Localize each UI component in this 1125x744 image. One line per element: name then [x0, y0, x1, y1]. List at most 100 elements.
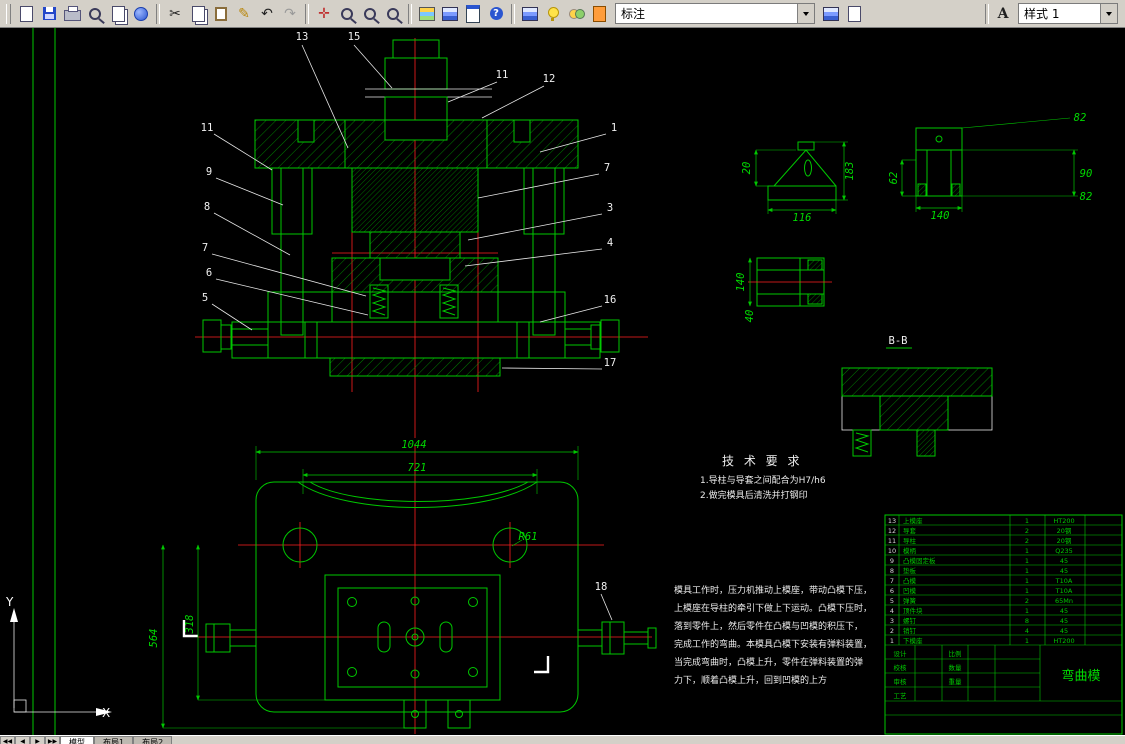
printer-icon	[64, 10, 81, 21]
drawing-canvas[interactable]: 13 15 11 12 1 7 3 4 11 9 8 7 6	[0, 28, 1125, 735]
match-properties-icon[interactable]: ✎	[233, 3, 255, 25]
part-label: 6	[206, 267, 212, 279]
text-style-combo[interactable]: 样式 1	[1018, 3, 1118, 24]
light-bulb-icon[interactable]	[542, 3, 564, 25]
bom-item-qty: 2	[1025, 537, 1029, 545]
tab-scroll-right-button[interactable]: ▶	[30, 736, 45, 744]
description-text: 模具工作时，压力机推动上模座，带动凸模下压， 上模座在导柱的牵引下做上下运动。凸…	[674, 584, 872, 686]
zoom-previous-icon[interactable]	[382, 3, 404, 25]
save-icon[interactable]	[38, 3, 60, 25]
dimension-label: 90	[1080, 168, 1093, 180]
sheet-frame	[33, 28, 55, 735]
text-style-icon[interactable]: A	[992, 3, 1014, 25]
redo-icon[interactable]: ↷	[279, 3, 301, 25]
chevron-down-icon	[803, 12, 809, 16]
bom-item-no: 9	[890, 557, 894, 565]
zoom-window-icon[interactable]	[359, 3, 381, 25]
bom-item-qty: 1	[1025, 587, 1029, 595]
detail-views: 20 183 116 82 90 82 62	[735, 112, 1092, 322]
help-icon[interactable]: ?	[485, 3, 507, 25]
bom-item-mat: 45	[1060, 607, 1068, 615]
paste-icon[interactable]	[210, 3, 232, 25]
undo-icon[interactable]: ↶	[256, 3, 278, 25]
punch	[370, 232, 460, 258]
toolbar-right-group: A 样式 1	[982, 3, 1122, 25]
plot-icon[interactable]	[61, 3, 83, 25]
bom-item-mat: 45	[1060, 617, 1068, 625]
question-mark-icon: ?	[490, 7, 503, 20]
guide-bushing-right	[524, 168, 564, 234]
bom-item-no: 11	[888, 537, 896, 545]
bom-item-mat: T10A	[1055, 587, 1073, 595]
bom-item-mat: 20钢	[1057, 537, 1072, 545]
style-combo-dropdown-button[interactable]	[1100, 4, 1117, 23]
magnifier-icon	[89, 8, 101, 20]
title-block-field: 比例	[949, 649, 962, 658]
etransmit-icon[interactable]	[130, 3, 152, 25]
dimension-label: 40	[744, 310, 756, 323]
sheet-set-icon[interactable]	[519, 3, 541, 25]
tab-layout2[interactable]: 布局2	[133, 736, 172, 744]
description-line: 完成工作的弯曲。本模具凸模下安装有弹料装置，	[674, 638, 872, 650]
bom-item-qty: 1	[1025, 577, 1029, 585]
zoom-realtime-icon[interactable]	[336, 3, 358, 25]
bom-item-name: 导柱	[903, 536, 917, 545]
dimension-label: 62	[888, 172, 900, 185]
print-preview-icon[interactable]	[84, 3, 106, 25]
bom-item-mat: 45	[1060, 567, 1068, 575]
tab-scroll-left-button[interactable]: ◀	[15, 736, 30, 744]
cut-icon[interactable]: ✂	[164, 3, 186, 25]
toolbar-grip[interactable]	[6, 4, 11, 24]
notebook-icon[interactable]	[588, 3, 610, 25]
bom-item-qty: 1	[1025, 517, 1029, 525]
tab-scroll-last-button[interactable]: ▶▶	[45, 736, 60, 744]
bom-item-qty: 8	[1025, 617, 1029, 625]
bom-item-no: 7	[890, 577, 894, 585]
part-label: 7	[604, 162, 610, 174]
bom-item-qty: 1	[1025, 567, 1029, 575]
bom-item-qty: 4	[1025, 627, 1029, 635]
blue-stack-icon	[823, 7, 839, 21]
bom-item-no: 4	[890, 607, 894, 615]
annotation-combo-dropdown-button[interactable]	[797, 4, 814, 23]
tab-model[interactable]: 模型	[60, 736, 94, 744]
new-file-icon[interactable]	[15, 3, 37, 25]
layer-translate-icon[interactable]	[820, 3, 842, 25]
pan-icon[interactable]: ✛	[313, 3, 335, 25]
tab-scroll-first-button[interactable]: ◀◀	[0, 736, 15, 744]
description-line: 落到零件上，然后零件在凸模与凹模的积压下，	[674, 620, 863, 632]
sheet-icon[interactable]	[843, 3, 865, 25]
part-label: 3	[607, 202, 613, 214]
annotation-style-combo[interactable]: 标注	[615, 3, 815, 24]
ucs-y-label: Y	[5, 595, 14, 609]
part-label: 1	[611, 122, 617, 134]
orange-notebook-icon	[593, 6, 606, 22]
properties-icon[interactable]	[462, 3, 484, 25]
title-block-field: 设计	[894, 649, 908, 658]
bom-item-no: 2	[890, 627, 894, 635]
color-swatch-icon[interactable]	[565, 3, 587, 25]
copy-icon[interactable]	[187, 3, 209, 25]
side-bolt-left	[206, 624, 230, 652]
layers-icon[interactable]	[439, 3, 461, 25]
tab-layout1[interactable]: 布局1	[94, 736, 133, 744]
part-label: 15	[348, 31, 361, 43]
part-label: 13	[296, 31, 309, 43]
dimension-label: 721	[408, 462, 427, 474]
tech-requirement-item: 2.做完模具后清洗并打钢印	[700, 489, 808, 501]
publish-icon[interactable]	[107, 3, 129, 25]
layer-properties-icon[interactable]	[416, 3, 438, 25]
part-label: 17	[604, 357, 617, 369]
bom-item-name: 螺钉	[903, 616, 917, 625]
front-section-view: 13 15 11 12 1 7 3 4 11 9 8 7 6	[195, 31, 648, 438]
section-label: B-B	[889, 335, 908, 347]
bom-item-name: 弹簧	[903, 596, 917, 605]
toolbar-separator	[156, 4, 160, 24]
guide-pillar-right	[533, 168, 555, 335]
description-line: 力下，顺着凸模上升，回到凹模的上方	[674, 674, 827, 686]
part-label: 16	[604, 294, 617, 306]
description-line: 当完成弯曲时，凸模上升，零件在弹料装置的弹	[674, 656, 863, 668]
bom-item-mat: Q235	[1055, 547, 1073, 555]
letter-a-icon: A	[998, 6, 1009, 22]
bom-item-name: 下模座	[903, 636, 923, 645]
